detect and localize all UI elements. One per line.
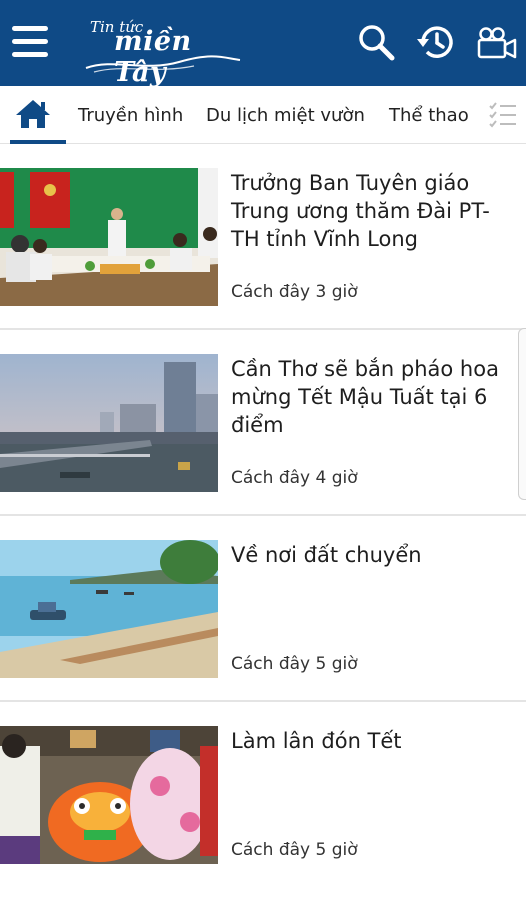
video-camera-icon[interactable] [476,22,518,62]
article-thumbnail[interactable] [0,354,218,492]
article-time: Cách đây 5 giờ [231,840,358,860]
article-item[interactable]: Cần Thơ sẽ bắn pháo hoa mừng Tết Mậu Tuấ… [0,330,526,516]
article-title[interactable]: Trưởng Ban Tuyên giáo Trung ương thăm Đà… [231,169,513,253]
home-icon [16,100,50,128]
article-time: Cách đây 3 giờ [231,282,358,302]
category-list-icon[interactable] [488,100,518,130]
article-thumbnail[interactable] [0,168,218,306]
app-logo[interactable]: Tin tức miền Tây [84,10,244,88]
history-icon[interactable] [416,22,456,62]
tab-the-thao[interactable]: Thể thao [389,86,469,144]
tab-du-lich-miet-vuon[interactable]: Du lịch miệt vườn [206,86,365,144]
category-tabs: Truyền hình Du lịch miệt vườn Thể thao [0,86,526,144]
article-item[interactable]: Về nơi đất chuyển Cách đây 5 giờ [0,516,526,702]
menu-icon[interactable] [12,24,48,60]
article-title[interactable]: Về nơi đất chuyển [231,541,513,569]
article-thumbnail[interactable] [0,540,218,678]
article-time: Cách đây 5 giờ [231,654,358,674]
article-title[interactable]: Cần Thơ sẽ bắn pháo hoa mừng Tết Mậu Tuấ… [231,355,513,439]
app-header: Tin tức miền Tây [0,0,526,88]
article-list: Trưởng Ban Tuyên giáo Trung ương thăm Đà… [0,144,526,900]
article-time: Cách đây 4 giờ [231,468,358,488]
article-item[interactable]: Làm lân đón Tết Cách đây 5 giờ [0,702,526,888]
article-item[interactable]: Trưởng Ban Tuyên giáo Trung ương thăm Đà… [0,144,526,330]
search-icon[interactable] [356,22,396,62]
tab-home[interactable] [0,86,66,144]
tab-truyen-hinh[interactable]: Truyền hình [78,86,183,144]
scrollbar[interactable] [518,328,526,500]
article-thumbnail[interactable] [0,726,218,864]
article-title[interactable]: Làm lân đón Tết [231,727,513,755]
logo-wave-icon [85,55,241,73]
